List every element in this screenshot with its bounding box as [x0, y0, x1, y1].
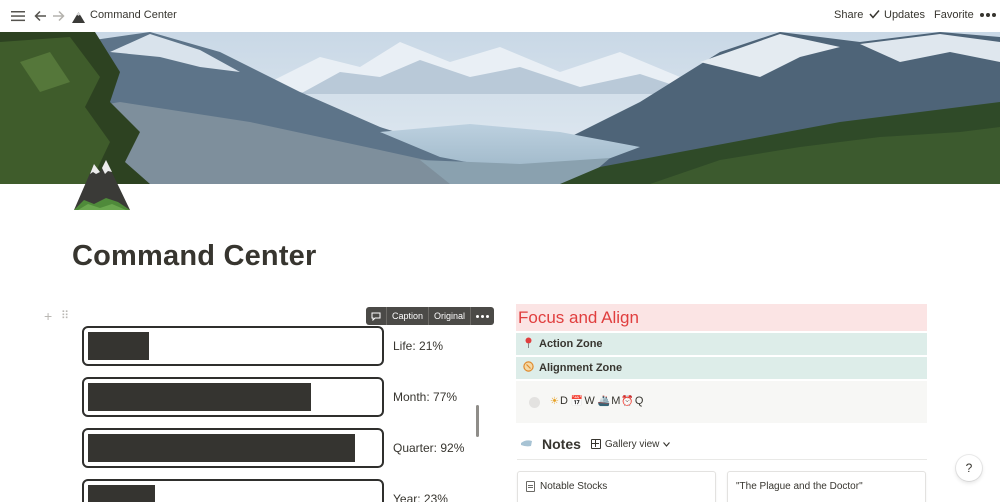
gallery-view-button[interactable]: Gallery view — [590, 438, 671, 450]
more-options-icon[interactable] — [980, 13, 996, 17]
progress-bar — [82, 479, 384, 502]
focus-heading[interactable]: Focus and Align — [518, 308, 639, 328]
alignment-zone-label: Alignment Zone — [539, 362, 623, 374]
callout-block: ☀ D 📅 W 🚢 M ⏰ Q — [516, 381, 927, 423]
sun-icon: ☀ — [550, 395, 559, 407]
progress-label: Quarter: 92% — [393, 441, 465, 455]
pin-icon — [521, 337, 535, 351]
progress-label: Year: 23% — [393, 492, 448, 502]
divider — [517, 459, 927, 460]
updates-button[interactable]: Updates — [884, 9, 925, 21]
favorite-button[interactable]: Favorite — [934, 9, 974, 21]
menu-icon[interactable] — [10, 8, 26, 24]
calendar-icon: 📅 — [570, 395, 584, 407]
ship-icon: 🚢 — [597, 395, 611, 407]
cover-image — [0, 32, 1000, 184]
progress-label: Month: 77% — [393, 390, 458, 404]
back-arrow-icon[interactable] — [32, 8, 48, 24]
top-bar: Command Center Share Updates Favorite — [0, 0, 1000, 32]
month-letter: M — [611, 395, 621, 407]
updates-check-icon — [869, 9, 880, 22]
notes-database-header: Notes Gallery view — [520, 434, 926, 454]
add-block-icon[interactable]: + — [44, 308, 52, 324]
card-title: "The Plague and the Doctor" — [736, 481, 863, 492]
notes-icon — [520, 438, 534, 451]
progress-bar — [82, 326, 384, 366]
week-letter: W — [584, 395, 595, 407]
quarter-letter: Q — [634, 395, 644, 407]
comment-icon[interactable] — [366, 307, 387, 325]
page-icon — [526, 481, 535, 492]
gallery-icon — [590, 439, 601, 449]
scrollbar[interactable] — [476, 405, 479, 437]
mountain-icon — [72, 10, 85, 28]
progress-fill — [88, 383, 311, 411]
forward-arrow-icon[interactable] — [50, 8, 66, 24]
gallery-view-label: Gallery view — [604, 438, 660, 450]
notes-title[interactable]: Notes — [542, 436, 581, 452]
original-button[interactable]: Original — [429, 307, 472, 325]
gallery-card[interactable]: "The Plague and the Doctor" — [727, 471, 926, 502]
progress-fill — [88, 434, 355, 462]
more-options-icon[interactable] — [471, 307, 494, 325]
caption-button[interactable]: Caption — [387, 307, 430, 325]
day-letter: D — [559, 395, 568, 407]
page-mountain-icon[interactable] — [72, 152, 132, 212]
image-toolbar: Caption Original — [366, 307, 495, 325]
callout-circle-icon[interactable] — [529, 397, 540, 408]
progress-bar — [82, 377, 384, 417]
progress-fill — [88, 332, 149, 360]
breadcrumb-page-title[interactable]: Command Center — [90, 9, 177, 21]
chevron-down-icon — [663, 441, 671, 447]
help-button[interactable]: ? — [956, 455, 982, 481]
progress-label: Life: 21% — [393, 339, 444, 353]
page-title[interactable]: Command Center — [72, 240, 317, 273]
alarm-clock-icon: ⏰ — [621, 395, 634, 407]
progress-fill — [88, 485, 155, 502]
drag-handle-icon[interactable]: ⠿ — [61, 309, 69, 322]
card-title: Notable Stocks — [540, 481, 608, 492]
callout-text[interactable]: ☀ D 📅 W 🚢 M ⏰ Q — [550, 395, 643, 407]
alignment-zone-link[interactable]: Alignment Zone — [516, 357, 927, 379]
action-zone-link[interactable]: Action Zone — [516, 333, 927, 355]
gallery-card[interactable]: Notable Stocks — [517, 471, 716, 502]
action-zone-label: Action Zone — [539, 338, 603, 350]
share-button[interactable]: Share — [834, 9, 863, 21]
focus-heading-block: Focus and Align — [516, 304, 927, 331]
compass-icon — [521, 361, 535, 375]
progress-bar — [82, 428, 384, 468]
